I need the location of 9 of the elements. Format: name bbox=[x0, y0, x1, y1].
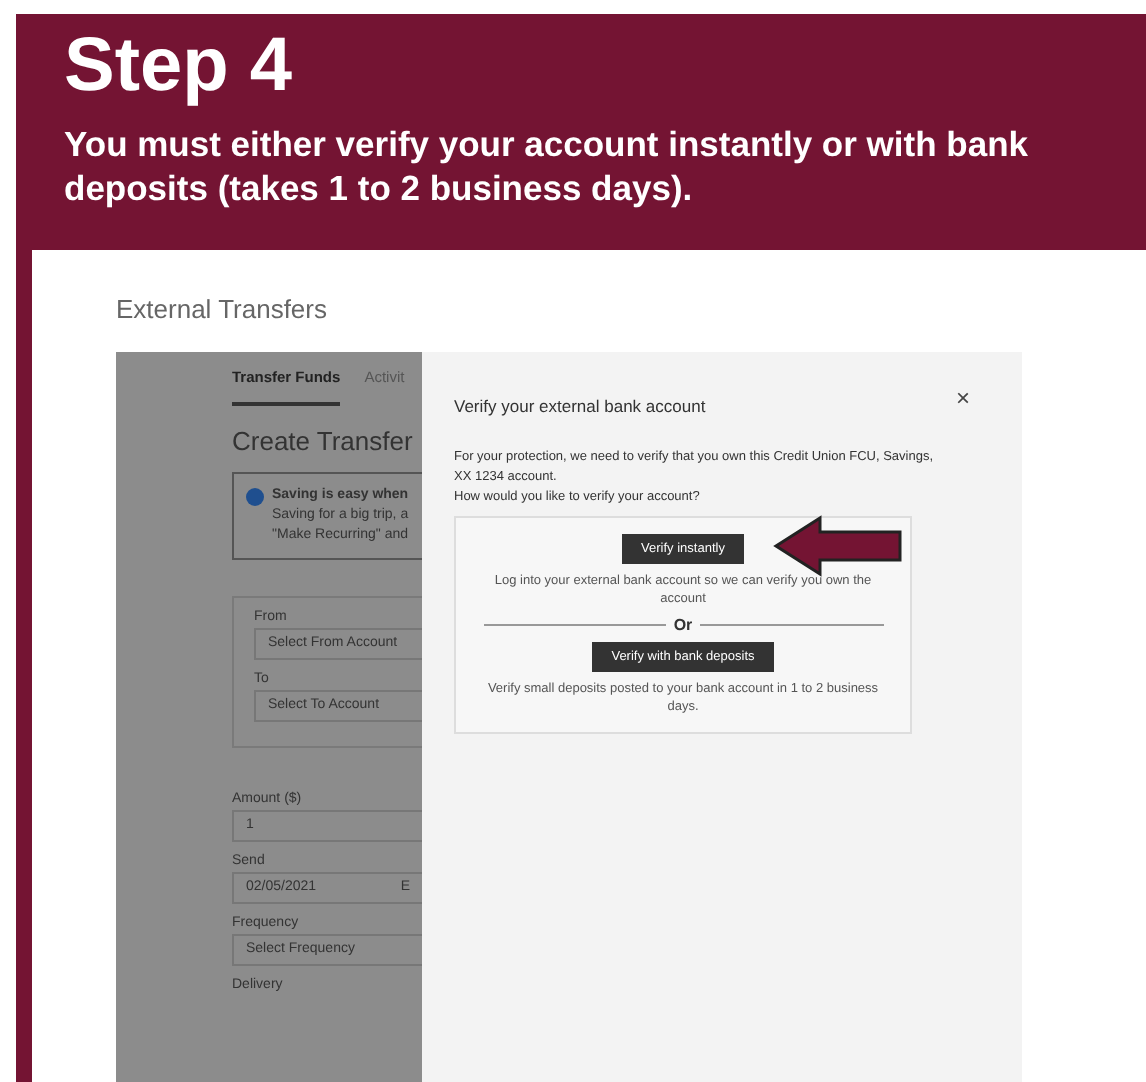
dialog-title: Verify your external bank account bbox=[454, 396, 706, 416]
step-description: You must either verify your account instantly or with bank deposits (takes 1 to 2 business days). bbox=[64, 122, 1030, 210]
info-icon bbox=[246, 488, 264, 506]
form-heading: Create Transfer bbox=[232, 426, 415, 456]
arrow-icon bbox=[772, 514, 904, 578]
page-title: External Transfers bbox=[116, 294, 329, 324]
separator-text: Or bbox=[673, 616, 693, 634]
step-title: Step 4 bbox=[64, 22, 295, 110]
close-button[interactable]: × bbox=[955, 384, 970, 412]
